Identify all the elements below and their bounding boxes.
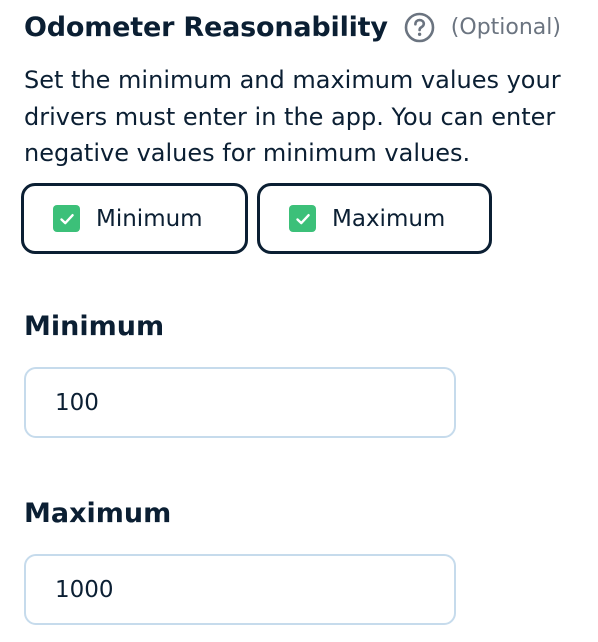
question-circle-icon[interactable]: [404, 12, 435, 43]
section-header: Odometer Reasonability (Optional): [24, 8, 561, 46]
minimum-toggle[interactable]: Minimum: [21, 183, 248, 254]
optional-label: (Optional): [450, 14, 561, 40]
checkmark-icon: [59, 213, 74, 224]
minimum-field-label: Minimum: [24, 311, 165, 342]
maximum-input[interactable]: [24, 554, 456, 625]
maximum-toggle[interactable]: Maximum: [257, 183, 492, 254]
limit-toggle-group: Minimum Maximum: [21, 183, 492, 254]
maximum-toggle-label: Maximum: [332, 205, 446, 232]
maximum-checkbox[interactable]: [289, 205, 316, 232]
minimum-toggle-label: Minimum: [96, 205, 203, 232]
section-title: Odometer Reasonability: [24, 11, 388, 43]
checkmark-icon: [295, 213, 310, 224]
minimum-checkbox[interactable]: [53, 205, 80, 232]
maximum-field-label: Maximum: [24, 498, 172, 529]
section-description: Set the minimum and maximum values your …: [24, 66, 561, 167]
minimum-input[interactable]: [24, 367, 456, 438]
